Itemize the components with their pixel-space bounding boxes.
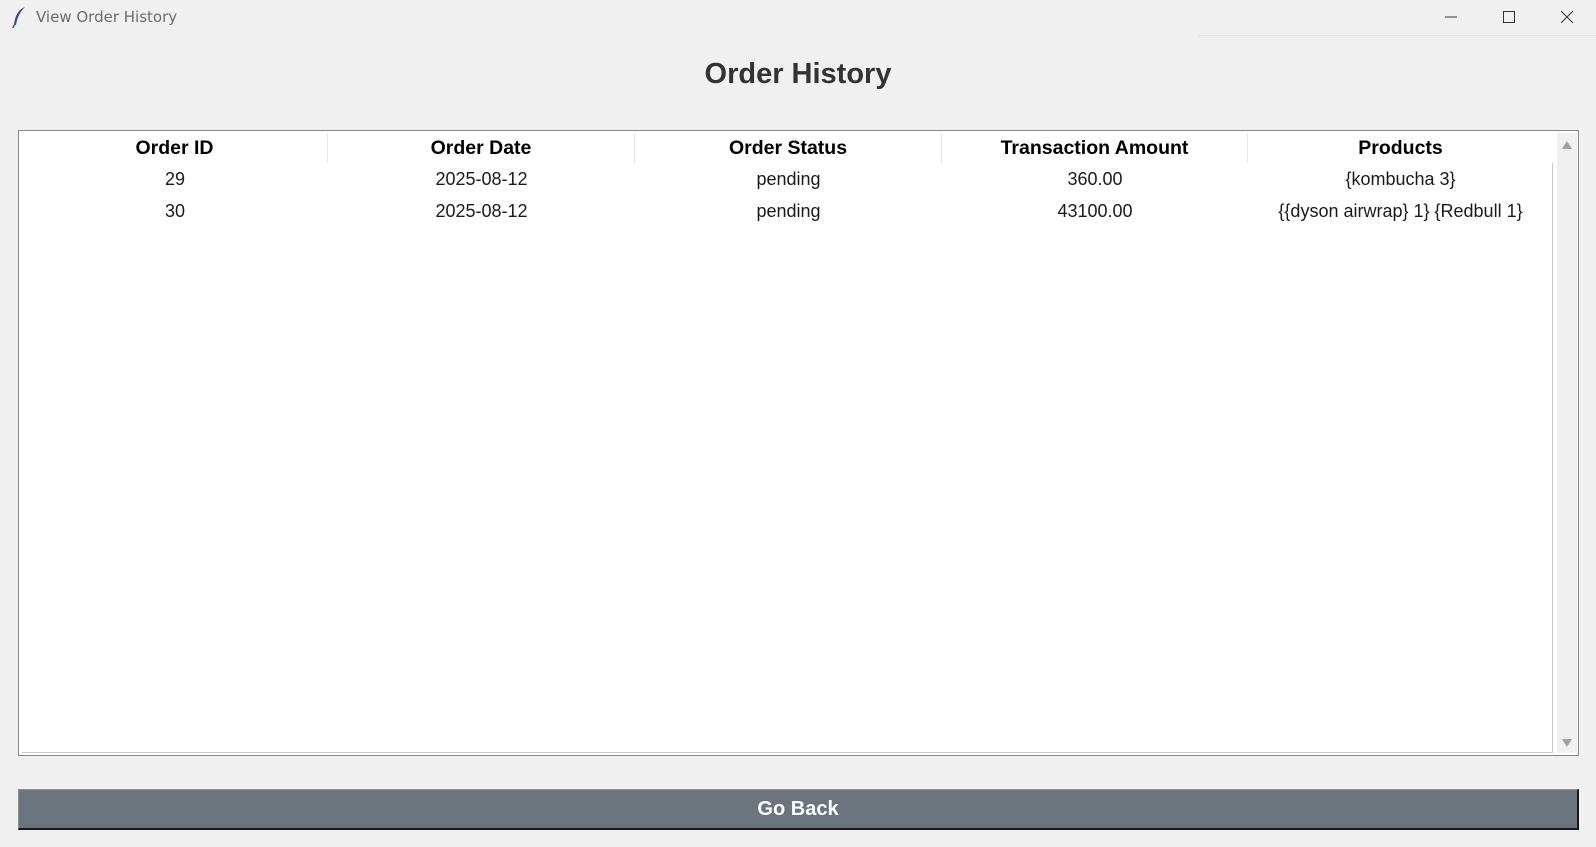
cell-order-status: pending (756, 169, 821, 189)
order-table-body[interactable]: Order ID Order Date Order Status Transac… (22, 133, 1553, 753)
column-header-order-date[interactable]: Order Date (328, 133, 635, 163)
close-button[interactable] (1538, 0, 1596, 34)
scroll-down-icon[interactable] (1562, 739, 1572, 747)
table-row[interactable]: 29 2025-08-12 pending 360.00 {kombucha 3… (22, 163, 1553, 195)
window-title: View Order History (36, 8, 178, 26)
scroll-up-icon[interactable] (1562, 141, 1572, 149)
vertical-scrollbar[interactable] (1557, 133, 1577, 753)
go-back-button[interactable]: Go Back (18, 789, 1579, 830)
cell-products: {kombucha 3} (1345, 169, 1456, 189)
column-header-order-id[interactable]: Order ID (22, 133, 328, 163)
table-header-row: Order ID Order Date Order Status Transac… (22, 133, 1553, 163)
table-row[interactable]: 30 2025-08-12 pending 43100.00 {{dyson a… (22, 195, 1553, 227)
page-title: Order History (704, 58, 892, 90)
title-bar-divider (1198, 35, 1596, 36)
maximize-icon (1503, 11, 1515, 23)
app-window: View Order History Order History Order I… (0, 0, 1596, 847)
maximize-button[interactable] (1480, 0, 1538, 34)
cell-order-date: 2025-08-12 (435, 201, 528, 221)
cell-transaction-amount: 43100.00 (1057, 201, 1133, 221)
minimize-button[interactable] (1422, 0, 1480, 34)
cell-order-status: pending (756, 201, 821, 221)
cell-order-id: 29 (164, 169, 186, 189)
order-table[interactable]: Order ID Order Date Order Status Transac… (18, 130, 1579, 756)
column-header-transaction-amount[interactable]: Transaction Amount (942, 133, 1248, 163)
cell-order-date: 2025-08-12 (435, 169, 528, 189)
title-bar[interactable]: View Order History (0, 0, 1596, 36)
cell-order-id: 30 (164, 201, 186, 221)
column-header-order-status[interactable]: Order Status (635, 133, 942, 163)
feather-icon (10, 6, 30, 29)
minimize-icon (1445, 16, 1457, 18)
cell-transaction-amount: 360.00 (1067, 169, 1123, 189)
cell-products: {{dyson airwrap} 1} {Redbull 1} (1278, 201, 1523, 221)
column-header-products[interactable]: Products (1248, 133, 1553, 163)
close-icon (1561, 11, 1573, 23)
